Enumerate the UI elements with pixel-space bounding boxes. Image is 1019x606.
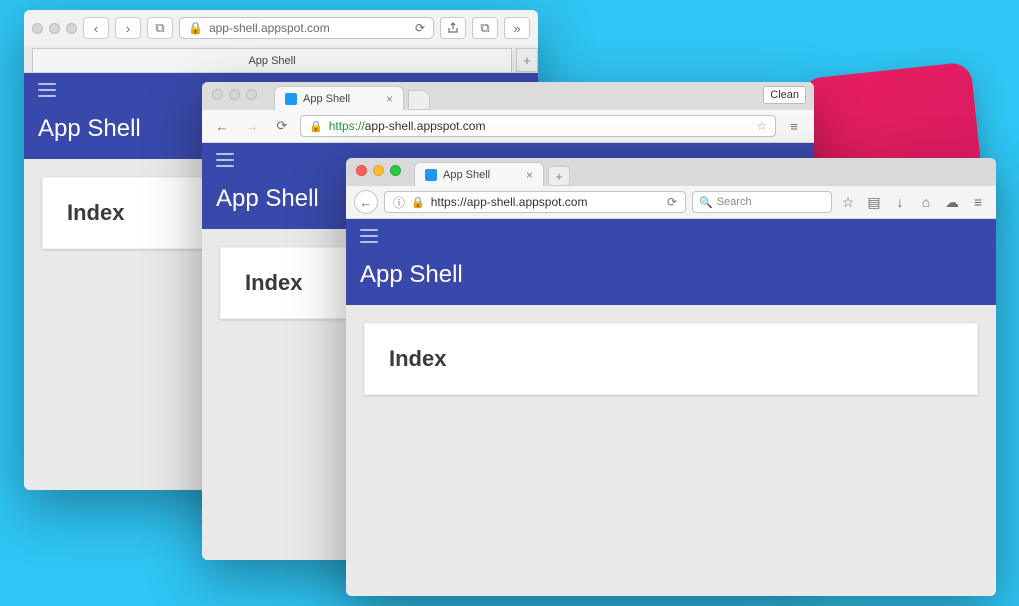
traffic-lights [356,165,401,176]
firefox-page: App Shell Index [346,219,996,596]
chrome-chrome: App Shell × Clean ← → ⟳ 🔒 https://app-sh… [202,82,814,143]
share-icon [447,22,459,34]
search-placeholder: Search [717,196,752,208]
safari-tabstrip: App Shell + [24,46,538,72]
card-heading: Index [245,270,302,295]
address-bar[interactable]: ⓘ 🔒 https://app-shell.appspot.com ⟳ [384,191,686,213]
lock-icon: 🔒 [411,196,425,209]
url-text: https://app-shell.appspot.com [329,119,751,133]
firefox-toolstrip: ☆ ▤ ↓ ⌂ ☁ ≡ [838,191,988,213]
firefox-toolbar: ← ⓘ 🔒 https://app-shell.appspot.com ⟳ 🔍 … [346,186,996,218]
content-card: Index [364,323,978,395]
tab-title: App Shell [303,93,350,105]
back-button[interactable]: ← [210,115,234,137]
minimize-window-icon[interactable] [229,89,240,100]
close-window-icon[interactable] [356,165,367,176]
url-text: https://app-shell.appspot.com [431,195,661,209]
close-window-icon[interactable] [32,23,43,34]
lock-icon: 🔒 [309,120,323,133]
lock-icon: 🔒 [188,21,203,35]
reload-button[interactable]: ⟳ [270,115,294,137]
menu-icon[interactable] [38,83,56,97]
address-bar[interactable]: 🔒 app-shell.appspot.com ⟳ [179,17,434,39]
favicon-icon [425,169,437,181]
search-icon: 🔍 [699,196,713,209]
share-button[interactable] [440,17,466,39]
traffic-lights [32,23,77,34]
card-heading: Index [389,346,446,371]
minimize-window-icon[interactable] [49,23,60,34]
tab-title: App Shell [248,55,295,67]
firefox-chrome: App Shell × + ← ⓘ 🔒 https://app-shell.ap… [346,158,996,219]
firefox-menu-icon[interactable]: ≡ [968,191,988,213]
new-tab-button[interactable]: + [516,48,538,72]
menu-icon[interactable] [360,229,378,243]
favicon-icon [285,93,297,105]
reload-icon[interactable]: ⟳ [667,195,677,209]
home-icon[interactable]: ⌂ [916,191,936,213]
chrome-menu-icon[interactable]: ≡ [782,115,806,137]
bookmark-icon[interactable]: ☆ [838,191,858,213]
sidebar-button[interactable]: ⧉ [147,17,173,39]
new-tab-button[interactable] [408,90,430,110]
reload-icon[interactable]: ⟳ [415,21,425,35]
back-button[interactable]: ‹ [83,17,109,39]
maximize-window-icon[interactable] [246,89,257,100]
library-icon[interactable]: ▤ [864,191,884,213]
tab-app-shell[interactable]: App Shell × [414,162,544,186]
tabs-button[interactable]: ⧉ [472,17,498,39]
tab-app-shell[interactable]: App Shell × [274,86,404,110]
traffic-lights [212,89,257,100]
clean-button[interactable]: Clean [763,86,806,104]
bookmark-icon[interactable]: ☆ [756,119,767,133]
menu-icon[interactable] [216,153,234,167]
firefox-window: App Shell × + ← ⓘ 🔒 https://app-shell.ap… [346,158,996,596]
maximize-window-icon[interactable] [66,23,77,34]
search-box[interactable]: 🔍 Search [692,191,832,213]
firefox-tabstrip: App Shell × + [346,158,996,186]
chrome-tabstrip: App Shell × Clean [202,82,814,110]
safari-toolbar: ‹ › ⧉ 🔒 app-shell.appspot.com ⟳ ⧉ » [24,10,538,46]
card-heading: Index [67,200,124,225]
safari-chrome: ‹ › ⧉ 🔒 app-shell.appspot.com ⟳ ⧉ » App … [24,10,538,73]
close-tab-icon[interactable]: × [386,92,393,106]
tab-app-shell[interactable]: App Shell [32,48,512,72]
close-tab-icon[interactable]: × [526,168,533,182]
forward-button: → [240,115,264,137]
downloads-icon[interactable]: ↓ [890,191,910,213]
maximize-window-icon[interactable] [390,165,401,176]
app-title: App Shell [360,261,982,289]
pocket-icon[interactable]: ☁ [942,191,962,213]
tab-title: App Shell [443,169,490,181]
new-tab-button[interactable]: + [548,166,570,186]
address-bar[interactable]: 🔒 https://app-shell.appspot.com ☆ [300,115,776,137]
back-button[interactable]: ← [354,190,378,214]
url-text: app-shell.appspot.com [209,21,330,35]
overflow-button[interactable]: » [504,17,530,39]
close-window-icon[interactable] [212,89,223,100]
forward-button[interactable]: › [115,17,141,39]
minimize-window-icon[interactable] [373,165,384,176]
app-bar: App Shell [346,219,996,305]
chrome-toolbar: ← → ⟳ 🔒 https://app-shell.appspot.com ☆ … [202,110,814,142]
info-icon[interactable]: ⓘ [393,194,405,211]
